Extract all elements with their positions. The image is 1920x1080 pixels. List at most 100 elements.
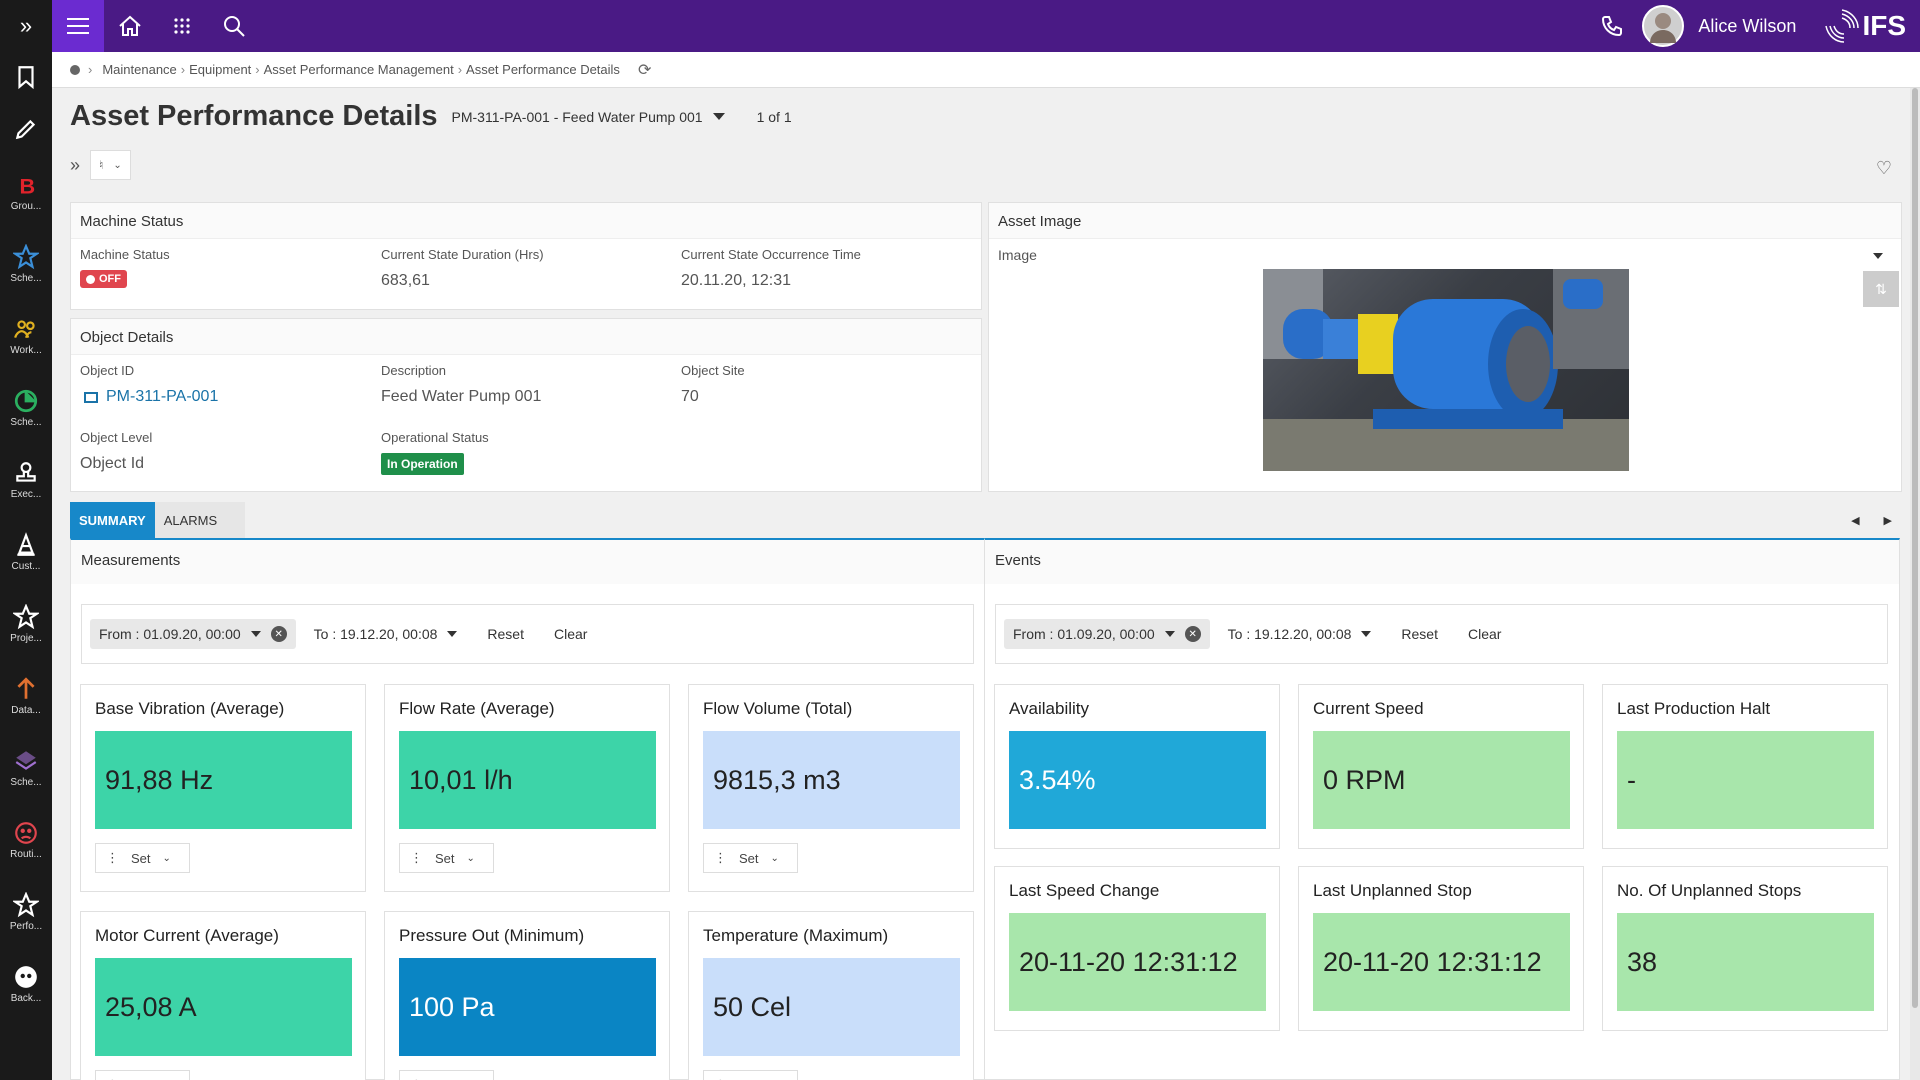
caret-down-icon[interactable]	[1873, 253, 1883, 259]
tile-title: Current Speed	[1313, 699, 1424, 718]
from-date-filter[interactable]: From : 01.09.20, 00:00 ✕	[1004, 619, 1210, 649]
chevron-down-icon: ⌄	[113, 159, 122, 171]
bookmark-icon[interactable]	[0, 52, 52, 104]
duration-label: Current State Duration (Hrs)	[381, 247, 544, 262]
nav-item-work[interactable]: Work...	[0, 300, 52, 372]
nav-item-routi[interactable]: Routi...	[0, 804, 52, 876]
tab-alarms[interactable]: ALARMS	[154, 502, 245, 538]
occurrence-value: 20.11.20, 12:31	[681, 272, 792, 289]
event-tile: No. Of Unplanned Stops 38	[1602, 866, 1888, 1031]
tile-title: Last Unplanned Stop	[1313, 881, 1472, 900]
home-icon[interactable]	[104, 0, 156, 52]
nav-item-label: Grou...	[10, 201, 42, 212]
set-dropdown[interactable]: ⋮Set⌄	[399, 1070, 494, 1080]
record-pager: 1 of 1	[756, 108, 792, 125]
phone-icon[interactable]	[1600, 14, 1624, 38]
arrow-right-icon[interactable]: ▶	[1884, 514, 1892, 527]
breadcrumb-equipment[interactable]: Equipment	[189, 62, 251, 77]
star-icon	[13, 244, 39, 270]
nav-item-exec[interactable]: Exec...	[0, 444, 52, 516]
favorite-heart-icon[interactable]: ♡	[1876, 158, 1892, 179]
object-id-link[interactable]: PM-311-PA-001	[80, 388, 218, 406]
apps-grid-icon[interactable]	[156, 0, 208, 52]
set-dropdown[interactable]: ⋮Set⌄	[95, 843, 190, 873]
kebab-icon: ⋮	[410, 850, 423, 865]
set-dropdown[interactable]: ⋮Set⌄	[95, 1070, 190, 1080]
to-date-filter[interactable]: To : 19.12.20, 00:08	[1228, 626, 1372, 642]
clear-button[interactable]: Clear	[554, 626, 587, 642]
events-pane: Events From : 01.09.20, 00:00 ✕ To : 19.…	[984, 538, 1900, 1080]
nav-item-cust[interactable]: Cust...	[0, 516, 52, 588]
clear-x-icon[interactable]: ✕	[1184, 626, 1201, 642]
nav-item-sche-2[interactable]: Sche...	[0, 372, 52, 444]
nav-rail: » B Grou... Sche... Work... Sche... Exec…	[0, 0, 52, 1080]
nav-item-proje[interactable]: Proje...	[0, 588, 52, 660]
breadcrumb: › Maintenance › Equipment › Asset Perfor…	[52, 52, 1920, 88]
tab-summary[interactable]: SUMMARY	[70, 502, 155, 538]
cone-icon	[17, 532, 35, 556]
nav-item-label: Cust...	[11, 561, 41, 572]
tile-value: 9815,3 m3	[703, 731, 960, 829]
breadcrumb-current: Asset Performance Details	[466, 62, 620, 77]
kebab-icon: ⋮	[106, 850, 119, 865]
from-date-filter[interactable]: From : 01.09.20, 00:00 ✕	[90, 619, 296, 649]
image-settings-icon[interactable]: ⇅	[1863, 271, 1899, 307]
caret-down-icon	[250, 631, 261, 637]
tile-value: 100 Pa	[399, 958, 656, 1056]
pencil-icon[interactable]	[0, 104, 52, 156]
avatar[interactable]	[1642, 5, 1685, 47]
star-outline-icon	[13, 604, 39, 630]
arrow-up-icon	[17, 677, 35, 699]
pie-icon	[14, 389, 38, 413]
nav-item-sche-3[interactable]: Sche...	[0, 732, 52, 804]
nav-item-data[interactable]: Data...	[0, 660, 52, 732]
breadcrumb-apm[interactable]: Asset Performance Management	[264, 62, 454, 77]
set-dropdown[interactable]: ⋮Set⌄	[703, 1070, 798, 1080]
chevron-right-icon: ›	[88, 62, 93, 77]
duration-value: 683,61	[381, 272, 430, 289]
pump-image	[1263, 269, 1629, 471]
description-label: Description	[381, 363, 447, 378]
search-icon[interactable]	[208, 0, 260, 52]
reset-button[interactable]: Reset	[487, 626, 524, 642]
nav-item-back[interactable]: Back...	[0, 948, 52, 1020]
tab-bar: SUMMARY ALARMS	[70, 502, 245, 538]
machine-status-title: Machine Status	[71, 203, 981, 239]
tile-value: -	[1617, 731, 1874, 829]
expand-panel-icon[interactable]: »	[70, 155, 80, 176]
nav-item-label: Perfo...	[9, 921, 43, 932]
status-badge: OFF	[80, 270, 127, 288]
breadcrumb-maintenance[interactable]: Maintenance	[102, 62, 176, 77]
tile-value: 91,88 Hz	[95, 731, 352, 829]
set-dropdown[interactable]: ⋮Set⌄	[703, 843, 798, 873]
occurrence-label: Current State Occurrence Time	[681, 247, 861, 262]
expand-nav-icon[interactable]: »	[0, 0, 52, 52]
ifs-logo-icon	[1825, 9, 1860, 43]
nav-item-perfo[interactable]: Perfo...	[0, 876, 52, 948]
record-selector[interactable]: PM-311-PA-001 - Feed Water Pump 001	[452, 109, 725, 125]
scrollbar-thumb[interactable]	[1912, 88, 1918, 1008]
to-date-filter[interactable]: To : 19.12.20, 00:08	[314, 626, 458, 642]
star-outline-icon	[13, 892, 39, 918]
event-tile: Last Speed Change 20-11-20 12:31:12	[994, 866, 1280, 1031]
clear-button[interactable]: Clear	[1468, 626, 1501, 642]
hamburger-menu-icon[interactable]	[52, 0, 104, 52]
asset-image-title: Asset Image	[989, 203, 1901, 239]
nav-item-label: Sche...	[10, 777, 42, 788]
commands-dropdown[interactable]: ♮ ⌄	[90, 150, 131, 180]
clear-x-icon[interactable]: ✕	[270, 626, 287, 642]
breadcrumb-root-dot-icon[interactable]	[70, 64, 80, 75]
event-tile: Last Unplanned Stop 20-11-20 12:31:12	[1298, 866, 1584, 1031]
user-name[interactable]: Alice Wilson	[1698, 16, 1796, 37]
arrow-left-icon[interactable]: ◀	[1851, 514, 1859, 527]
tile-value: 10,01 l/h	[399, 731, 656, 829]
nav-item-sche-1[interactable]: Sche...	[0, 228, 52, 300]
nav-item-grou[interactable]: B Grou...	[0, 156, 52, 228]
set-dropdown[interactable]: ⋮Set⌄	[399, 843, 494, 873]
reset-button[interactable]: Reset	[1401, 626, 1438, 642]
refresh-icon[interactable]: ⟳	[638, 60, 651, 80]
page-scrollbar[interactable]	[1910, 88, 1920, 1080]
tile-value: 3.54%	[1009, 731, 1266, 829]
image-label: Image	[998, 247, 1037, 263]
machine-status-label: Machine Status	[80, 247, 170, 262]
